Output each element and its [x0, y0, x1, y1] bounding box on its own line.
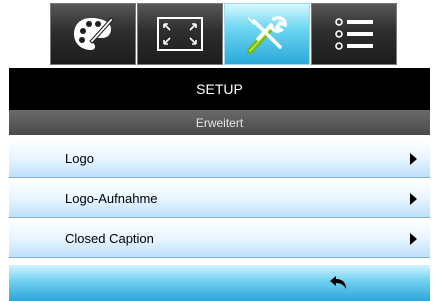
tab-bar [0, 0, 439, 68]
menu-item-label: Logo-Aufnahme [65, 191, 158, 206]
menu-item-closed-caption[interactable]: Closed Caption [9, 220, 430, 258]
tab-options[interactable] [311, 3, 397, 65]
chevron-right-icon [410, 153, 417, 165]
setup-panel: SETUP Erweitert Logo Logo-Aufnahme Close… [9, 68, 430, 301]
screen-resize-icon [157, 17, 203, 51]
chevron-right-icon [410, 233, 417, 245]
options-list-icon [335, 18, 373, 50]
menu-item-label: Logo [65, 151, 94, 166]
page-subtitle: Erweitert [9, 110, 430, 135]
tab-image[interactable] [50, 3, 136, 65]
palette-icon [74, 17, 114, 50]
menu-item-logo[interactable]: Logo [9, 140, 430, 178]
menu-item-logo-capture[interactable]: Logo-Aufnahme [9, 180, 430, 218]
menu-item-label: Closed Caption [65, 231, 154, 246]
tab-display[interactable] [137, 3, 223, 65]
tab-setup[interactable] [224, 3, 310, 65]
footer-bar [9, 264, 430, 301]
back-arrow-icon[interactable] [329, 276, 347, 295]
chevron-right-icon [410, 193, 417, 205]
setup-tools-icon [247, 16, 287, 54]
page-title: SETUP [9, 68, 430, 110]
